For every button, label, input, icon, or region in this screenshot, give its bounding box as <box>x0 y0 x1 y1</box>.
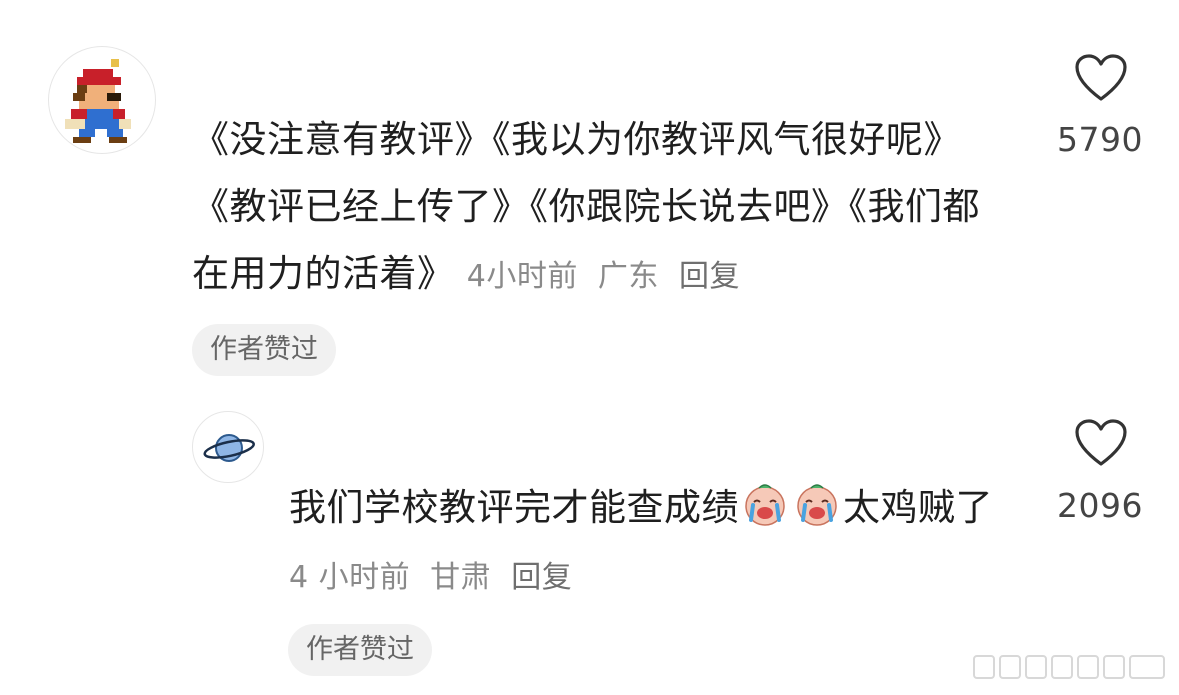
reply-button[interactable]: 回复 <box>511 560 572 595</box>
comment-text: 《没注意有教评》《我以为你教评风气很好呢》《教评已经上传了》《你跟院长说去吧》《… <box>192 106 1012 310</box>
comment-location: 广东 <box>597 259 659 294</box>
like-count: 5790 <box>1057 120 1143 159</box>
avatar[interactable] <box>48 46 156 154</box>
author-liked-badge: 作者赞过 <box>192 324 336 376</box>
watermark-logo <box>973 655 1165 679</box>
planet-avatar-icon <box>203 434 255 462</box>
crying-emoji-icon <box>745 484 785 526</box>
avatar[interactable] <box>192 411 264 483</box>
pixel-mario-avatar-icon <box>65 59 131 143</box>
comment-meta: 4小时前 广东 回复 <box>467 259 750 294</box>
comment-time: 4 小时前 <box>289 560 411 595</box>
like-count: 2096 <box>1057 486 1143 525</box>
crying-emoji-icon <box>797 484 837 526</box>
heart-outline-icon[interactable] <box>1074 53 1128 103</box>
author-liked-badge: 作者赞过 <box>288 624 432 676</box>
comment-meta: 4 小时前 甘肃 回复 <box>289 560 582 595</box>
comment-text: 我们学校教评完才能查成绩 太鸡贼了 4 小时前 甘肃 回复 <box>289 474 1009 611</box>
heart-outline-icon[interactable] <box>1074 418 1128 468</box>
comment-location: 甘肃 <box>430 560 492 595</box>
comment-body-tail: 太鸡贼了 <box>843 486 993 529</box>
comment-time: 4小时前 <box>466 259 578 294</box>
comment-body: 我们学校教评完才能查成绩 <box>289 486 739 529</box>
reply-button[interactable]: 回复 <box>679 259 740 294</box>
